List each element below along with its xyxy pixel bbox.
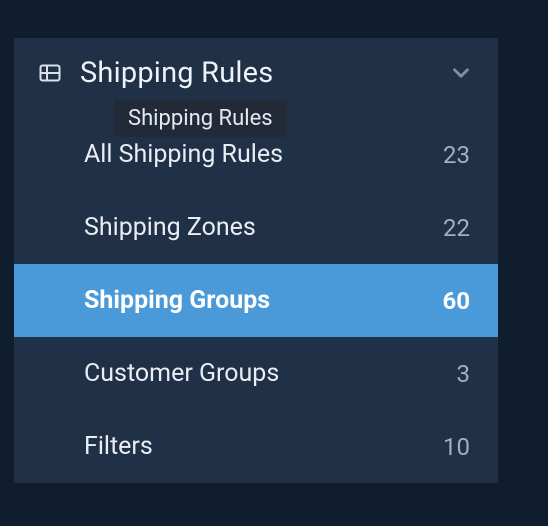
- sidebar-shipping-rules: Shipping Rules Shipping Rules All Shippi…: [14, 38, 498, 483]
- sidebar-item-shipping-zones[interactable]: Shipping Zones 22: [14, 191, 498, 264]
- tooltip-shipping-rules: Shipping Rules: [114, 100, 287, 137]
- sidebar-item-filters[interactable]: Filters 10: [14, 410, 498, 483]
- table-icon: [38, 61, 62, 85]
- sidebar-item-shipping-groups[interactable]: Shipping Groups 60: [14, 264, 498, 337]
- chevron-down-icon[interactable]: [448, 60, 474, 86]
- sidebar-item-label: Filters: [84, 432, 153, 461]
- section-title: Shipping Rules: [80, 56, 273, 90]
- sidebar-item-label: Shipping Groups: [84, 286, 270, 315]
- sidebar-item-count: 3: [430, 360, 470, 388]
- sidebar-item-customer-groups[interactable]: Customer Groups 3: [14, 337, 498, 410]
- sidebar-item-label: Shipping Zones: [84, 213, 256, 242]
- sidebar-item-count: 10: [430, 433, 470, 461]
- sidebar-item-label: Customer Groups: [84, 359, 279, 388]
- sidebar-item-label: All Shipping Rules: [84, 140, 283, 169]
- sidebar-menu: All Shipping Rules 23 Shipping Zones 22 …: [14, 100, 498, 483]
- sidebar-item-count: 22: [430, 214, 470, 242]
- sidebar-item-count: 60: [430, 287, 470, 315]
- sidebar-item-count: 23: [430, 141, 470, 169]
- section-header[interactable]: Shipping Rules Shipping Rules: [14, 38, 498, 100]
